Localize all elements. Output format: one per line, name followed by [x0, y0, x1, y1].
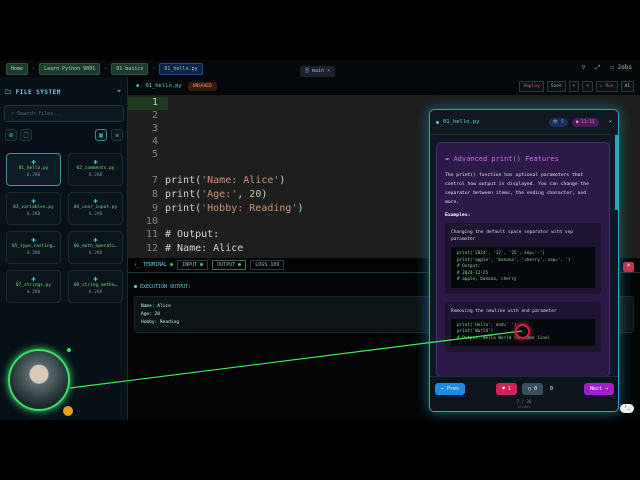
pointer-cursor: [515, 324, 530, 339]
avatar-badge: [63, 406, 73, 416]
avatar[interactable]: [8, 349, 70, 411]
laser-pointer: [67, 330, 523, 389]
terminal-icon[interactable]: ›_: [620, 404, 634, 413]
